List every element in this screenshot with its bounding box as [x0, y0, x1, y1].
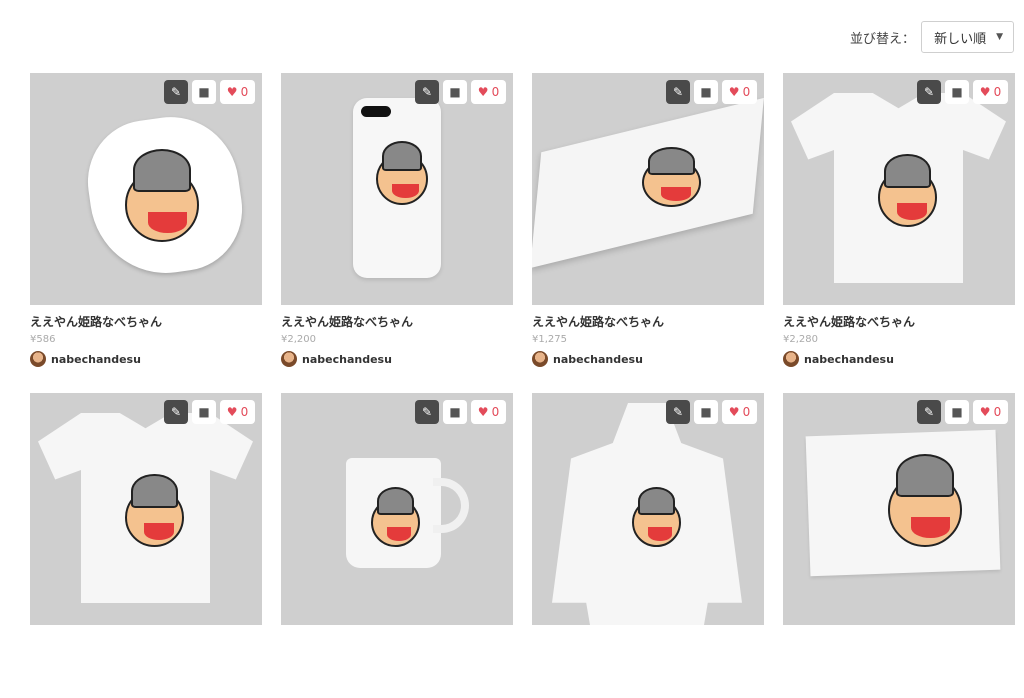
- character-illustration: [371, 486, 420, 547]
- product-card[interactable]: ✎ ■ ♥ 0 ええやん姫路なべちゃん ¥2,200 nabechandesu: [281, 73, 513, 378]
- folder-icon[interactable]: ■: [694, 400, 718, 424]
- product-actions: ✎ ■ ♥ 0: [917, 80, 1008, 104]
- pencil-icon[interactable]: ✎: [917, 80, 941, 104]
- product-title[interactable]: ええやん姫路なべちゃん: [783, 313, 1015, 330]
- character-illustration: [878, 153, 937, 227]
- heart-icon: ♥: [477, 405, 489, 419]
- like-count: 0: [491, 85, 500, 99]
- character-illustration: [888, 454, 962, 547]
- like-count: 0: [491, 405, 500, 419]
- product-thumbnail[interactable]: ✎ ■ ♥ 0: [30, 73, 262, 305]
- like-count: 0: [240, 85, 249, 99]
- heart-icon: ♥: [728, 85, 740, 99]
- product-thumbnail[interactable]: ✎ ■ ♥ 0: [783, 73, 1015, 305]
- avatar: [30, 351, 46, 367]
- heart-icon: ♥: [979, 85, 991, 99]
- heart-icon: ♥: [226, 405, 238, 419]
- product-actions: ✎ ■ ♥ 0: [666, 80, 757, 104]
- folder-icon[interactable]: ■: [945, 80, 969, 104]
- product-thumbnail[interactable]: ✎ ■ ♥ 0: [532, 73, 764, 305]
- product-actions: ✎ ■ ♥ 0: [164, 80, 255, 104]
- like-button[interactable]: ♥ 0: [471, 400, 506, 424]
- like-button[interactable]: ♥ 0: [220, 80, 255, 104]
- like-button[interactable]: ♥ 0: [722, 80, 757, 104]
- creator-name: nabechandesu: [804, 352, 894, 366]
- product-actions: ✎ ■ ♥ 0: [415, 80, 506, 104]
- product-card[interactable]: ✎ ■ ♥ 0: [30, 393, 262, 698]
- character-illustration: [376, 140, 428, 205]
- folder-icon[interactable]: ■: [192, 80, 216, 104]
- heart-icon: ♥: [226, 85, 238, 99]
- product-title[interactable]: ええやん姫路なべちゃん: [281, 313, 513, 330]
- folder-icon[interactable]: ■: [443, 400, 467, 424]
- product-grid: ✎ ■ ♥ 0 ええやん姫路なべちゃん ¥586 nabechandesu ✎ …: [30, 73, 1015, 698]
- like-button[interactable]: ♥ 0: [471, 80, 506, 104]
- caret-down-icon: ▼: [996, 32, 1003, 42]
- product-price: ¥1,275: [532, 334, 567, 345]
- product-title[interactable]: ええやん姫路なべちゃん: [532, 313, 764, 330]
- avatar: [532, 351, 548, 367]
- pencil-icon[interactable]: ✎: [164, 400, 188, 424]
- folder-icon[interactable]: ■: [192, 400, 216, 424]
- like-button[interactable]: ♥ 0: [973, 80, 1008, 104]
- avatar: [281, 351, 297, 367]
- creator-name: nabechandesu: [553, 352, 643, 366]
- product-actions: ✎ ■ ♥ 0: [917, 400, 1008, 424]
- character-illustration: [642, 146, 701, 207]
- product-actions: ✎ ■ ♥ 0: [415, 400, 506, 424]
- like-count: 0: [742, 85, 751, 99]
- product-card[interactable]: ✎ ■ ♥ 0 ええやん姫路なべちゃん ¥2,280 nabechandesu: [783, 73, 1015, 378]
- product-card[interactable]: ✎ ■ ♥ 0 ええやん姫路なべちゃん ¥586 nabechandesu: [30, 73, 262, 378]
- folder-icon[interactable]: ■: [694, 80, 718, 104]
- product-card[interactable]: ✎ ■ ♥ 0: [532, 393, 764, 698]
- product-price: ¥2,280: [783, 334, 818, 345]
- folder-icon[interactable]: ■: [945, 400, 969, 424]
- product-thumbnail[interactable]: ✎ ■ ♥ 0: [281, 73, 513, 305]
- product-card[interactable]: ✎ ■ ♥ 0: [783, 393, 1015, 698]
- product-thumbnail[interactable]: ✎ ■ ♥ 0: [281, 393, 513, 625]
- pencil-icon[interactable]: ✎: [917, 400, 941, 424]
- sort-selected-value: 新しい順: [934, 31, 987, 47]
- character-illustration: [125, 149, 199, 242]
- pencil-icon[interactable]: ✎: [666, 400, 690, 424]
- pencil-icon[interactable]: ✎: [415, 80, 439, 104]
- product-thumbnail[interactable]: ✎ ■ ♥ 0: [532, 393, 764, 625]
- like-button[interactable]: ♥ 0: [973, 400, 1008, 424]
- character-illustration: [632, 486, 681, 547]
- product-card[interactable]: ✎ ■ ♥ 0 ええやん姫路なべちゃん ¥1,275 nabechandesu: [532, 73, 764, 378]
- pencil-icon[interactable]: ✎: [164, 80, 188, 104]
- heart-icon: ♥: [477, 85, 489, 99]
- product-card[interactable]: ✎ ■ ♥ 0: [281, 393, 513, 698]
- character-illustration: [125, 473, 184, 547]
- pencil-icon[interactable]: ✎: [666, 80, 690, 104]
- creator[interactable]: nabechandesu: [281, 351, 513, 367]
- product-thumbnail[interactable]: ✎ ■ ♥ 0: [30, 393, 262, 625]
- creator-name: nabechandesu: [51, 352, 141, 366]
- heart-icon: ♥: [728, 405, 740, 419]
- creator[interactable]: nabechandesu: [783, 351, 1015, 367]
- like-count: 0: [993, 405, 1002, 419]
- product-price: ¥2,200: [281, 334, 316, 345]
- like-button[interactable]: ♥ 0: [220, 400, 255, 424]
- pencil-icon[interactable]: ✎: [415, 400, 439, 424]
- creator[interactable]: nabechandesu: [532, 351, 764, 367]
- like-count: 0: [742, 405, 751, 419]
- sort-label: 並び替え：: [850, 31, 916, 47]
- sort-select[interactable]: 新しい順 ▼: [921, 21, 1014, 53]
- creator-name: nabechandesu: [302, 352, 392, 366]
- product-title[interactable]: ええやん姫路なべちゃん: [30, 313, 262, 330]
- product-price: ¥586: [30, 334, 56, 345]
- product-thumbnail[interactable]: ✎ ■ ♥ 0: [783, 393, 1015, 625]
- mug-handle: [433, 478, 469, 533]
- folder-icon[interactable]: ■: [443, 80, 467, 104]
- creator[interactable]: nabechandesu: [30, 351, 262, 367]
- avatar: [783, 351, 799, 367]
- like-button[interactable]: ♥ 0: [722, 400, 757, 424]
- heart-icon: ♥: [979, 405, 991, 419]
- like-count: 0: [993, 85, 1002, 99]
- like-count: 0: [240, 405, 249, 419]
- product-actions: ✎ ■ ♥ 0: [666, 400, 757, 424]
- product-actions: ✎ ■ ♥ 0: [164, 400, 255, 424]
- sort-bar: 並び替え： 新しい順 ▼: [850, 20, 1014, 54]
